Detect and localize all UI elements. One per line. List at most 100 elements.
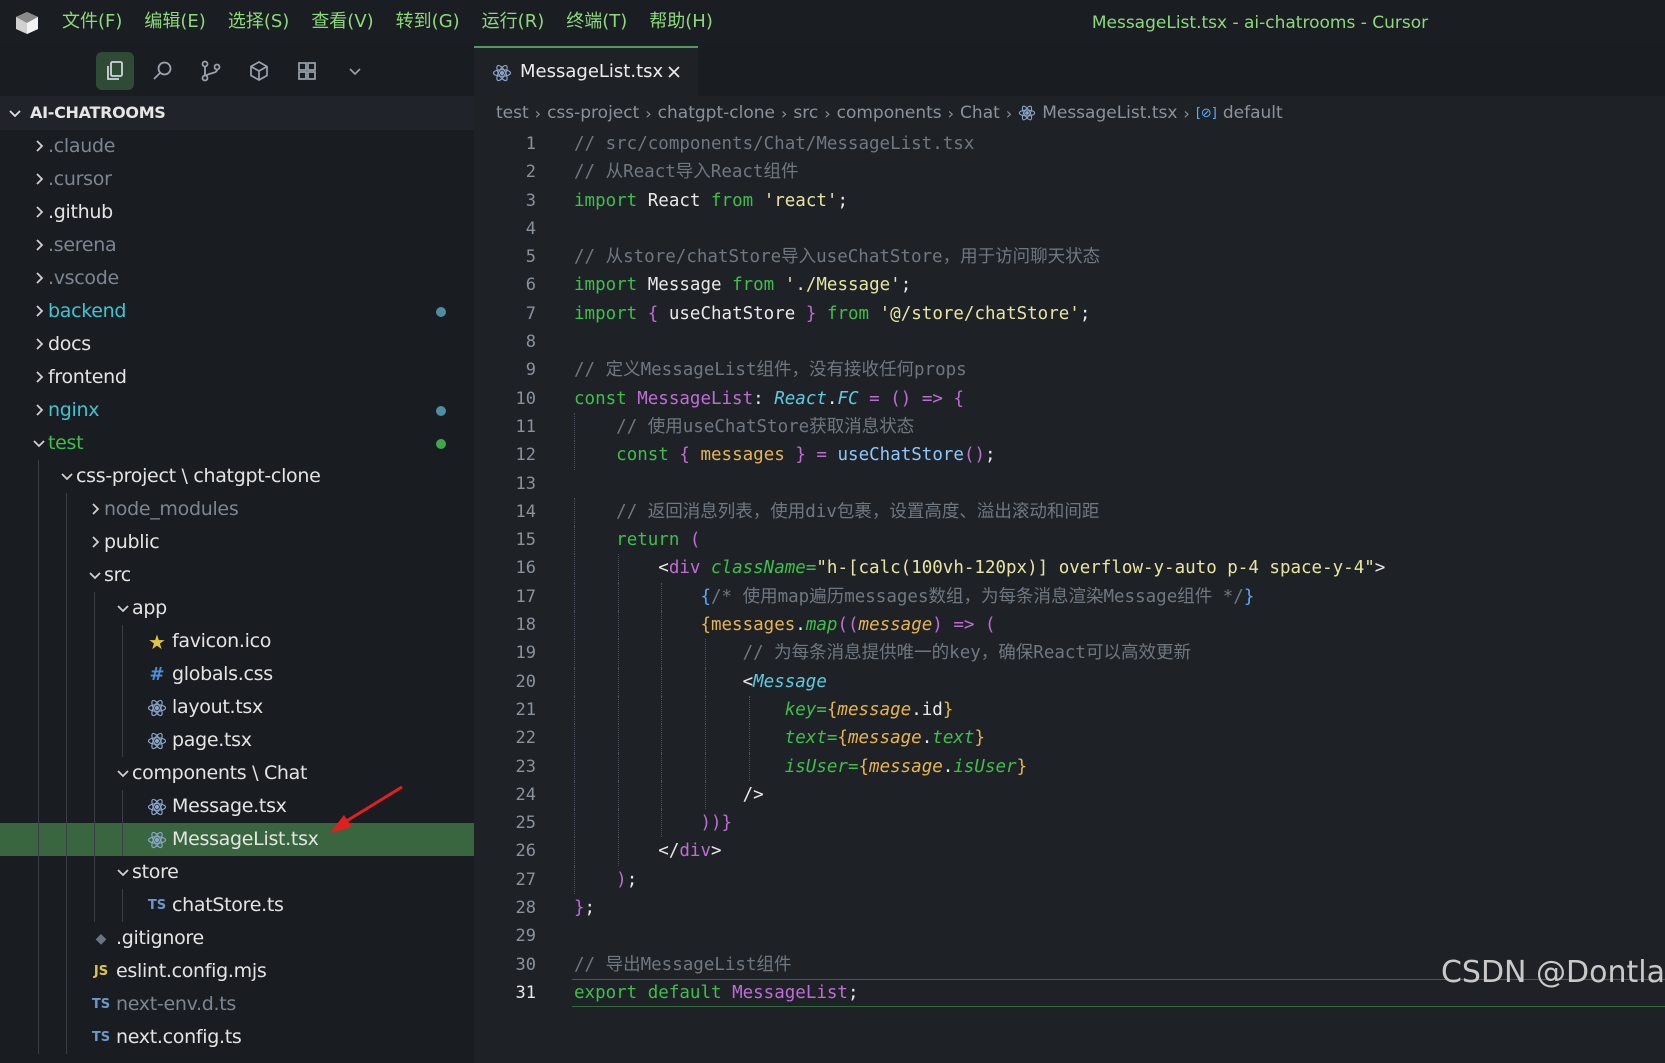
chevron-down-icon[interactable] [58,467,76,485]
tree-folder[interactable]: frontend [0,361,474,394]
indent-guide [38,724,39,757]
menu-go[interactable]: 转到(G) [396,8,460,36]
code-line[interactable]: 22 text={message.text} [474,724,1665,753]
code-text: return ( [616,530,701,551]
files-icon[interactable] [96,52,134,90]
chevron-right-icon[interactable] [30,170,48,188]
chevron-right-icon[interactable] [30,236,48,254]
code-line[interactable]: 1 // src/components/Chat/MessageList.tsx [474,130,1665,158]
cube-icon[interactable] [240,52,278,90]
chevron-right-icon[interactable] [30,203,48,221]
code-line[interactable]: 13 [474,470,1665,498]
menu-help[interactable]: 帮助(H) [649,8,713,36]
indent-guide [66,955,67,988]
code-line[interactable]: 12 const { messages } = useChatStore(); [474,441,1665,470]
chevron-down-icon[interactable] [30,434,48,452]
extensions-icon[interactable] [288,52,326,90]
breadcrumb-item[interactable]: src [793,103,818,123]
breadcrumb-item[interactable]: Chat [960,103,1000,123]
tree-folder[interactable]: .serena [0,229,474,262]
code-text: // 从store/chatStore导入useChatStore，用于访问聊天… [574,247,1101,268]
code-line[interactable]: 7 import { useChatStore } from '@/store/c… [474,300,1665,328]
chevron-right-icon[interactable] [30,269,48,287]
chevron-right-icon[interactable] [30,335,48,353]
code-line[interactable]: 29 [474,922,1665,950]
code-line[interactable]: 4 [474,215,1665,243]
tree-file[interactable]: JS eslint.config.mjs [0,955,474,988]
code-line[interactable]: 20 <Message [474,667,1665,696]
tree-folder[interactable]: app [0,592,474,625]
chevron-down-icon[interactable] [114,764,132,782]
tree-file[interactable]: layout.tsx [0,691,474,724]
breadcrumb-item[interactable]: components [837,103,942,123]
search-icon[interactable] [144,52,182,90]
code-line[interactable]: 6 import Message from './Message'; [474,271,1665,299]
code-line[interactable]: 5 // 从store/chatStore导入useChatStore，用于访问聊… [474,243,1665,271]
tree-folder[interactable]: .vscode [0,262,474,295]
menu-terminal[interactable]: 终端(T) [566,8,627,36]
tree-file[interactable]: page.tsx [0,724,474,757]
chevron-right-icon[interactable] [30,302,48,320]
code-line[interactable]: 10 const MessageList: React.FC = () => { [474,385,1665,413]
menu-selection[interactable]: 选择(S) [228,8,289,36]
code-line[interactable]: 17 {/* 使用map遍历messages数组，为每条消息渲染Message组… [474,582,1665,612]
code-line[interactable]: 25 ))} [474,809,1665,838]
source-control-icon[interactable] [192,52,230,90]
code-line[interactable]: 16 <div className="h-[calc(100vh-120px)]… [474,554,1665,583]
code-line[interactable]: 26 </div> [474,837,1665,866]
code-line[interactable]: 11 // 使用useChatStore获取消息状态 [474,412,1665,442]
breadcrumb-item[interactable]: css-project [547,103,639,123]
tree-file[interactable]: TS next.config.ts [0,1021,474,1054]
tree-folder[interactable]: test [0,427,474,460]
menu-run[interactable]: 运行(R) [482,8,545,36]
breadcrumb-item[interactable]: MessageList.tsx [1042,103,1177,123]
breadcrumb-item[interactable]: test [496,103,529,123]
tree-file[interactable]: ★ favicon.ico [0,625,474,658]
tab-messagelist[interactable]: MessageList.tsx [474,46,698,96]
code-line[interactable]: 18 {messages.map((message) => ( [474,611,1665,640]
tree-folder[interactable]: css-project \ chatgpt-clone [0,460,474,493]
menu-file[interactable]: 文件(F) [62,8,122,36]
tree-folder[interactable]: .claude [0,130,474,163]
breadcrumb-item[interactable]: default [1223,103,1283,123]
code-line[interactable]: 14 // 返回消息列表，使用div包裹，设置高度、溢出滚动和间距 [474,497,1665,527]
tree-folder[interactable]: .cursor [0,163,474,196]
code-text: ); [616,869,638,890]
chevron-right-icon[interactable] [30,401,48,419]
chevron-right-icon[interactable] [86,533,104,551]
chevron-down-icon[interactable] [86,566,104,584]
tree-file[interactable]: ◆ .gitignore [0,922,474,955]
tree-folder[interactable]: node_modules [0,493,474,526]
tree-folder[interactable]: backend [0,295,474,328]
code-line[interactable]: 9 // 定义MessageList组件，没有接收任何props [474,356,1665,384]
chevron-right-icon[interactable] [30,137,48,155]
chevron-right-icon[interactable] [30,368,48,386]
chevron-down-icon[interactable] [114,599,132,617]
code-line[interactable]: 8 [474,328,1665,356]
tree-folder[interactable]: .github [0,196,474,229]
code-line[interactable]: 24 /> [474,780,1665,810]
code-editor[interactable]: 1 // src/components/Chat/MessageList.tsx 2… [474,130,1665,1008]
tree-folder[interactable]: public [0,526,474,559]
tree-file[interactable]: # globals.css [0,658,474,691]
activity-bar [0,46,474,96]
chevron-down-icon[interactable] [336,52,374,90]
breadcrumb-item[interactable]: chatgpt-clone [658,103,775,123]
menu-view[interactable]: 查看(V) [311,8,373,36]
tree-folder[interactable]: src [0,559,474,592]
code-line[interactable]: 19 // 为每条消息提供唯一的key，确保React可以高效更新 [474,639,1665,668]
tree-folder[interactable]: docs [0,328,474,361]
code-line[interactable]: 15 return ( [474,526,1665,555]
code-line[interactable]: 27 ); [474,865,1665,895]
chevron-right-icon[interactable] [86,500,104,518]
explorer-header[interactable]: AI-CHATROOMS [0,96,474,130]
close-icon[interactable] [664,62,684,82]
tree-file[interactable]: TS next-env.d.ts [0,988,474,1021]
code-line[interactable]: 2 // 从React导入React组件 [474,158,1665,186]
code-line[interactable]: 28}; [474,894,1665,922]
code-line[interactable]: 23 isUser={message.isUser} [474,752,1665,781]
code-line[interactable]: 21 key={message.id} [474,695,1665,725]
code-line[interactable]: 3 import React from 'react'; [474,187,1665,215]
tree-folder[interactable]: nginx [0,394,474,427]
menu-edit[interactable]: 编辑(E) [144,8,205,36]
